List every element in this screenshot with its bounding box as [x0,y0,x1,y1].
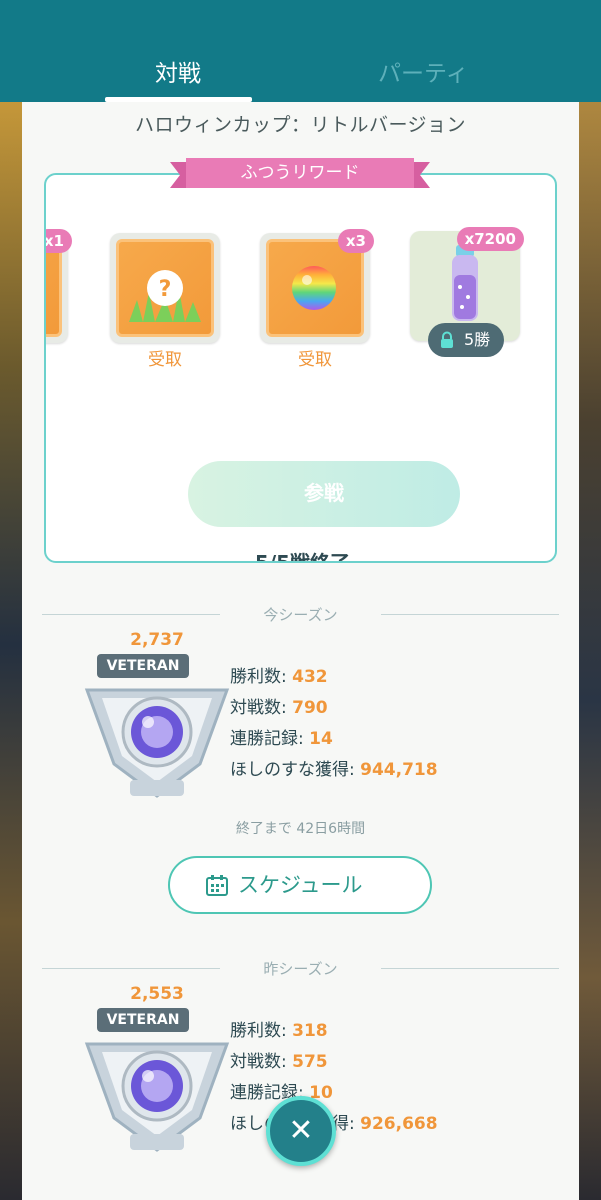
rare-candy-icon [292,266,336,310]
rating-value: 2,737 [130,630,184,650]
stat-battles: 対戦数: 790 [230,698,328,718]
top-tab-bar: 対戦 パーティ [0,0,601,102]
reward-item-encounter[interactable]: ? [110,233,220,343]
stat-win-streak: 連勝記録: 14 [230,729,333,749]
lock-label: 5勝 [464,330,491,349]
current-season-stats: 勝利数: 432 対戦数: 790 連勝記録: 14 ほしのすな獲得: 944,… [230,662,570,786]
quantity-badge: x3 [337,229,374,253]
tab-party[interactable]: パーティ [378,54,469,88]
quantity-badge: x1 [46,229,72,253]
reward-item-art [46,239,62,337]
current-season-divider: 今シーズン [42,604,559,624]
svg-text:?: ? [159,277,172,302]
reward-ribbon: ふつうリワード [170,158,430,190]
veteran-medal-icon [84,1042,230,1152]
reward-item-partial[interactable]: x1 [46,229,72,343]
claimed-label: 受取 [148,350,182,370]
previous-season-divider: 昨シーズン [42,958,559,978]
tab-battle[interactable]: 対戦 [155,54,201,88]
reward-item-stardust[interactable]: x7200 5勝 [410,227,524,357]
reward-item-art [266,239,364,337]
stat-battles: 対戦数: 575 [230,1052,328,1072]
calendar-icon [206,875,228,896]
veteran-medal-icon [84,688,230,798]
close-button[interactable]: ✕ [266,1096,336,1166]
rating-value: 2,553 [130,984,184,1004]
win-requirement-badge: 5勝 [428,323,504,357]
close-icon: ✕ [288,1113,314,1148]
reward-section-label: ふつうリワード [186,158,414,188]
battle-status: 5/5戦終了 [254,551,351,563]
stat-wins: 勝利数: 318 [230,1021,328,1041]
stat-wins: 勝利数: 432 [230,667,328,687]
reward-item-candy[interactable]: x3 [260,229,374,343]
active-tab-indicator [105,97,252,102]
reward-track: x1 ? 受取 x3 受取 x7200 5勝 参戦 5/5戦終了 [44,173,557,563]
cup-title: ハロウィンカップ：リトルバージョン [134,114,467,136]
mystery-encounter-icon: ? [129,270,201,322]
current-season-rank: 2,737 VETERAN [82,630,232,800]
stat-stardust: ほしのすな獲得: 944,718 [230,760,438,780]
previous-season-rank: 2,553 VETERAN [82,984,232,1154]
battle-panel: ハロウィンカップ：リトルバージョン x1 ? 受取 x3 受取 x7200 5勝… [22,102,579,1200]
claimed-label: 受取 [298,350,332,370]
schedule-button[interactable]: スケジュール [168,856,432,914]
schedule-label: スケジュール [238,873,363,897]
lock-icon [441,331,453,348]
quantity-badge: x7200 [456,227,524,251]
battle-button[interactable]: 参戦 [188,461,460,527]
season-countdown: 終了まで 42日6時間 [235,821,366,837]
reward-item-art: ? [116,239,214,337]
